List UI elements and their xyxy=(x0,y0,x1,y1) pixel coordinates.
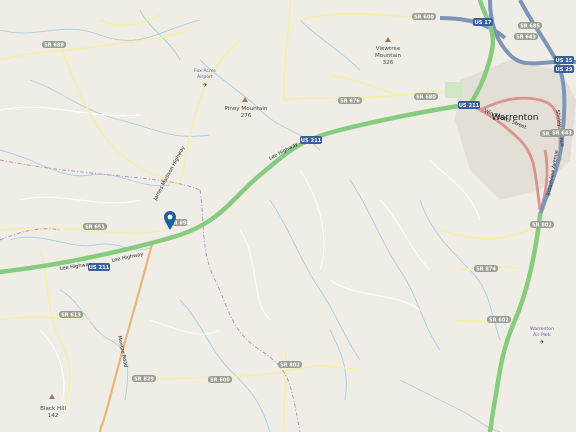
shield-sr685: SR 685 xyxy=(518,22,542,30)
svg-text:SR 600: SR 600 xyxy=(414,15,434,21)
svg-text:SR 685: SR 685 xyxy=(520,24,540,30)
road-label-james-madison: James Madison Highway xyxy=(152,145,186,202)
tertiary-roads xyxy=(0,0,541,432)
town-label-warrenton: Warrenton xyxy=(492,113,539,123)
svg-text:SR 643: SR 643 xyxy=(552,131,572,137)
svg-text:SR 802: SR 802 xyxy=(532,223,552,229)
svg-text:Airport: Airport xyxy=(197,74,213,80)
shield-us211-b: US 211 xyxy=(300,136,322,144)
svg-text:Fox Acres: Fox Acres xyxy=(194,68,217,74)
airplane-icon: ✈ xyxy=(539,339,544,346)
shield-sr651: SR 651 xyxy=(83,223,107,231)
peak-black-hill: Black Hill 142 xyxy=(40,394,66,419)
boundary xyxy=(0,159,301,432)
svg-text:326: 326 xyxy=(383,60,394,66)
svg-text:Viewtree: Viewtree xyxy=(376,46,401,52)
shield-us211-c: US 211 xyxy=(458,101,480,109)
svg-text:US 15: US 15 xyxy=(556,58,573,64)
shield-sr600-top: SR 600 xyxy=(412,13,436,21)
svg-text:US 29: US 29 xyxy=(556,67,573,73)
svg-text:US 211: US 211 xyxy=(301,138,322,144)
svg-text:Air Park: Air Park xyxy=(533,332,551,338)
road-label-lee-highway-3: Lee Highway xyxy=(268,141,299,161)
airport-fox-acres: Fox Acres Airport ✈ xyxy=(194,68,217,89)
svg-text:SR 688: SR 688 xyxy=(44,43,64,49)
shield-sr802-right: SR 802 xyxy=(530,221,554,229)
svg-text:SR 676: SR 676 xyxy=(340,99,360,105)
svg-text:SR 602: SR 602 xyxy=(489,318,509,324)
svg-text:Mountain: Mountain xyxy=(375,53,402,59)
svg-text:SR 643: SR 643 xyxy=(516,35,536,41)
shield-us29: US 29 xyxy=(554,65,574,73)
svg-text:Piney Mountain: Piney Mountain xyxy=(225,106,268,112)
shield-sr874: SR 874 xyxy=(474,265,498,273)
svg-text:US 211: US 211 xyxy=(459,103,480,109)
shield-us15: US 15 xyxy=(554,56,574,64)
streams xyxy=(0,9,501,432)
map-svg: Lee Highway Lee Highway Lee Highway Jame… xyxy=(0,0,576,432)
svg-text:SR 651: SR 651 xyxy=(85,225,105,231)
shield-sr613: SR 613 xyxy=(59,311,83,319)
peak-piney-mountain: Piney Mountain 276 xyxy=(225,97,268,119)
primary-roads xyxy=(0,0,543,432)
airport-warrenton-air-park: Warrenton Air Park ✈ xyxy=(530,326,554,346)
svg-text:276: 276 xyxy=(241,113,252,119)
shield-sr676: SR 676 xyxy=(338,97,362,105)
shield-sr602: SR 602 xyxy=(487,316,511,324)
svg-text:SR 680: SR 680 xyxy=(416,95,436,101)
shield-sr643: SR 643 xyxy=(514,33,538,41)
svg-text:US 17: US 17 xyxy=(475,20,492,26)
svg-text:US 211: US 211 xyxy=(89,265,110,271)
peak-viewtree: Viewtree Mountain 326 xyxy=(375,37,402,66)
airplane-icon: ✈ xyxy=(202,82,207,89)
svg-text:Warrenton: Warrenton xyxy=(530,326,554,332)
shield-sr802-bottom: SR 802 xyxy=(278,361,302,369)
shield-sr680: SR 680 xyxy=(414,93,438,101)
svg-text:SR 829: SR 829 xyxy=(134,377,154,383)
svg-text:SR 874: SR 874 xyxy=(476,267,496,273)
shield-us17: US 17 xyxy=(473,18,493,26)
svg-text:SR 613: SR 613 xyxy=(61,313,81,319)
shield-sr688: SR 688 xyxy=(42,41,66,49)
svg-text:SR 802: SR 802 xyxy=(280,363,300,369)
shield-sr643-right: SR 643 xyxy=(550,129,574,137)
svg-text:Black Hill: Black Hill xyxy=(40,406,66,412)
location-marker-icon[interactable] xyxy=(164,211,176,230)
shield-us211-a: US 211 xyxy=(88,263,110,271)
meetze-road xyxy=(98,243,154,432)
shield-sr829: SR 829 xyxy=(132,375,156,383)
svg-text:142: 142 xyxy=(48,413,59,419)
svg-text:SR 600: SR 600 xyxy=(210,378,230,384)
shield-sr600-bottom: SR 600 xyxy=(208,376,232,384)
map-canvas[interactable]: Lee Highway Lee Highway Lee Highway Jame… xyxy=(0,0,576,432)
road-label-meetze: Meetze Road xyxy=(116,335,129,368)
